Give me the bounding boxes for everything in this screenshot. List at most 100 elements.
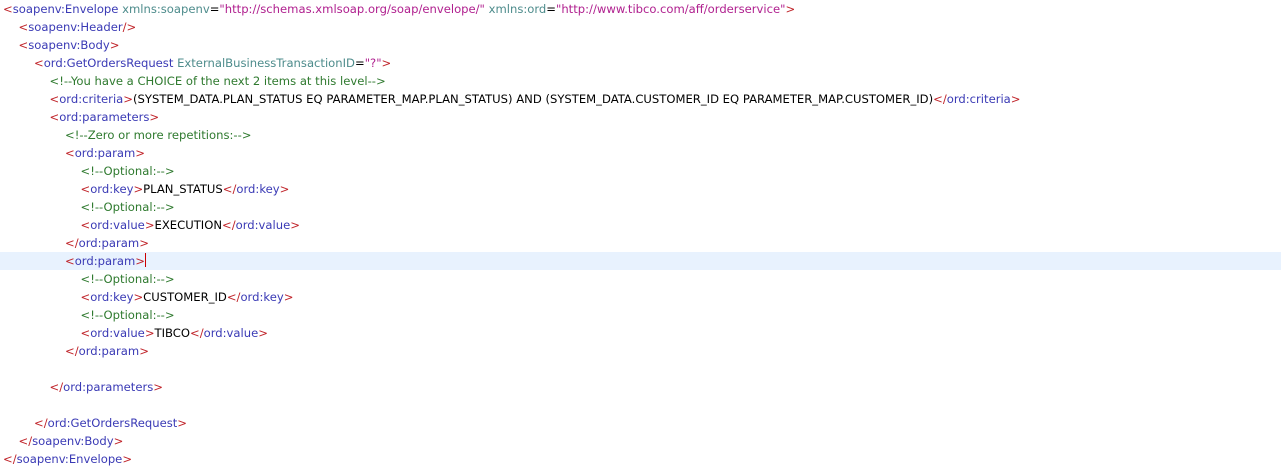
code-line[interactable]: <ord:value>TIBCO</ord:value> — [0, 324, 1281, 342]
tag-name: ord:key — [90, 290, 134, 304]
tag-delimiter: < — [34, 56, 44, 70]
attribute-value: "http://www.tibco.com/aff/orderservice" — [556, 2, 786, 16]
attribute-name: xmlns:soapenv — [118, 2, 210, 16]
tag-name: ord:parameters — [59, 110, 150, 124]
tag-delimiter: > — [133, 290, 144, 304]
code-line[interactable]: <!--Optional:--> — [0, 270, 1281, 288]
attribute-value: "http://schemas.xmlsoap.org/soap/envelop… — [219, 2, 485, 16]
code-line[interactable]: <soapenv:Body> — [0, 36, 1281, 54]
tag-name: ord:key — [240, 290, 284, 304]
tag-delimiter: </ — [933, 92, 947, 106]
code-line[interactable]: <!--Optional:--> — [0, 162, 1281, 180]
tag-delimiter: </ — [222, 182, 237, 196]
tag-delimiter: > — [149, 110, 160, 124]
tag-delimiter: < — [80, 290, 91, 304]
code-line[interactable]: <ord:key>PLAN_STATUS</ord:key> — [0, 180, 1281, 198]
tag-delimiter: > — [109, 38, 120, 52]
code-line[interactable]: <!--Optional:--> — [0, 306, 1281, 324]
comment: <!--Zero or more repetitions:--> — [65, 128, 252, 142]
attribute-value: "?" — [364, 56, 382, 70]
tag-delimiter: > — [133, 182, 144, 196]
code-line[interactable]: </ord:GetOrdersRequest> — [0, 414, 1281, 432]
code-line[interactable]: <ord:param> — [0, 144, 1281, 162]
tag-name: soapenv:Body — [32, 434, 114, 448]
tag-name: ord:param — [74, 254, 136, 268]
tag-name: ord:GetOrdersRequest — [47, 416, 178, 430]
tag-name: ord:value — [90, 218, 145, 232]
tag-delimiter: > — [279, 182, 290, 196]
code-line[interactable]: <ord:criteria>(SYSTEM_DATA.PLAN_STATUS E… — [0, 90, 1281, 108]
code-line[interactable]: <!--You have a CHOICE of the next 2 item… — [0, 72, 1281, 90]
tag-name: soapenv:Envelope — [12, 2, 119, 16]
tag-delimiter: < — [18, 20, 29, 34]
tag-delimiter: > — [139, 344, 149, 358]
tag-delimiter: </ — [49, 380, 64, 394]
tag-delimiter: > — [135, 146, 145, 160]
tag-delimiter: > — [258, 326, 268, 340]
tag-name: ord:param — [78, 236, 140, 250]
tag-delimiter: </ — [18, 434, 33, 448]
tag-delimiter: </ — [222, 218, 236, 232]
tag-delimiter: > — [144, 218, 155, 232]
tag-delimiter: </ — [190, 326, 204, 340]
tag-delimiter: </ — [65, 236, 79, 250]
tag-name: ord:param — [78, 344, 140, 358]
code-line[interactable]: </ord:parameters> — [0, 378, 1281, 396]
code-line[interactable]: <ord:parameters> — [0, 108, 1281, 126]
tag-delimiter: < — [49, 92, 60, 106]
code-line[interactable]: <soapenv:Header/> — [0, 18, 1281, 36]
tag-delimiter: < — [80, 218, 91, 232]
comment: <!--Optional:--> — [80, 272, 175, 286]
tag-delimiter: > — [785, 2, 796, 16]
code-line[interactable]: <!--Optional:--> — [0, 198, 1281, 216]
tag-name: ord:value — [90, 326, 145, 340]
tag-delimiter: < — [3, 2, 13, 16]
tag-name: soapenv:Header — [28, 20, 123, 34]
xml-editor[interactable]: <soapenv:Envelope xmlns:soapenv="http://… — [0, 0, 1281, 475]
tag-name: ord:key — [90, 182, 134, 196]
tag-delimiter: > — [135, 254, 145, 268]
tag-name: ord:key — [236, 182, 280, 196]
tag-name: ord:value — [203, 326, 259, 340]
code-line[interactable]: <!--Zero or more repetitions:--> — [0, 126, 1281, 144]
code-line[interactable]: <ord:value>EXECUTION</ord:value> — [0, 216, 1281, 234]
code-line[interactable]: </soapenv:Body> — [0, 432, 1281, 450]
tag-name: soapenv:Envelope — [16, 452, 123, 466]
tag-delimiter: < — [49, 110, 60, 124]
text-content: TIBCO — [154, 326, 191, 340]
code-line[interactable]: </soapenv:Envelope> — [0, 450, 1281, 468]
equals-sign: = — [546, 2, 556, 16]
tag-delimiter: < — [65, 254, 75, 268]
code-line[interactable] — [0, 396, 1281, 414]
tag-delimiter: > — [113, 434, 124, 448]
equals-sign: = — [209, 2, 220, 16]
code-line[interactable]: <ord:GetOrdersRequest ExternalBusinessTr… — [0, 54, 1281, 72]
comment: <!--Optional:--> — [80, 308, 175, 322]
tag-delimiter: < — [80, 182, 91, 196]
comment: <!--Optional:--> — [80, 200, 175, 214]
tag-delimiter: > — [123, 92, 133, 106]
text-content: EXECUTION — [154, 218, 223, 232]
tag-delimiter: </ — [34, 416, 48, 430]
attribute-name: xmlns:ord — [484, 2, 547, 16]
tag-delimiter: </ — [226, 290, 241, 304]
tag-name: ord:param — [74, 146, 136, 160]
code-line-current[interactable]: <ord:param> — [0, 252, 1281, 270]
tag-delimiter: < — [18, 38, 29, 52]
tag-name: ord:value — [235, 218, 291, 232]
text-content: (SYSTEM_DATA.PLAN_STATUS EQ PARAMETER_MA… — [133, 92, 934, 106]
tag-delimiter: > — [1010, 92, 1021, 106]
tag-delimiter: > — [381, 56, 392, 70]
code-line[interactable]: <ord:key>CUSTOMER_ID</ord:key> — [0, 288, 1281, 306]
code-line[interactable]: <soapenv:Envelope xmlns:soapenv="http://… — [0, 0, 1281, 18]
code-line[interactable]: </ord:param> — [0, 234, 1281, 252]
code-line[interactable] — [0, 360, 1281, 378]
text-caret — [145, 253, 146, 267]
tag-delimiter: < — [65, 146, 75, 160]
tag-delimiter: /> — [122, 20, 137, 34]
tag-delimiter: > — [283, 290, 294, 304]
text-content: PLAN_STATUS — [143, 182, 223, 196]
code-line[interactable]: </ord:param> — [0, 342, 1281, 360]
tag-delimiter: > — [290, 218, 300, 232]
tag-name: ord:criteria — [946, 92, 1011, 106]
